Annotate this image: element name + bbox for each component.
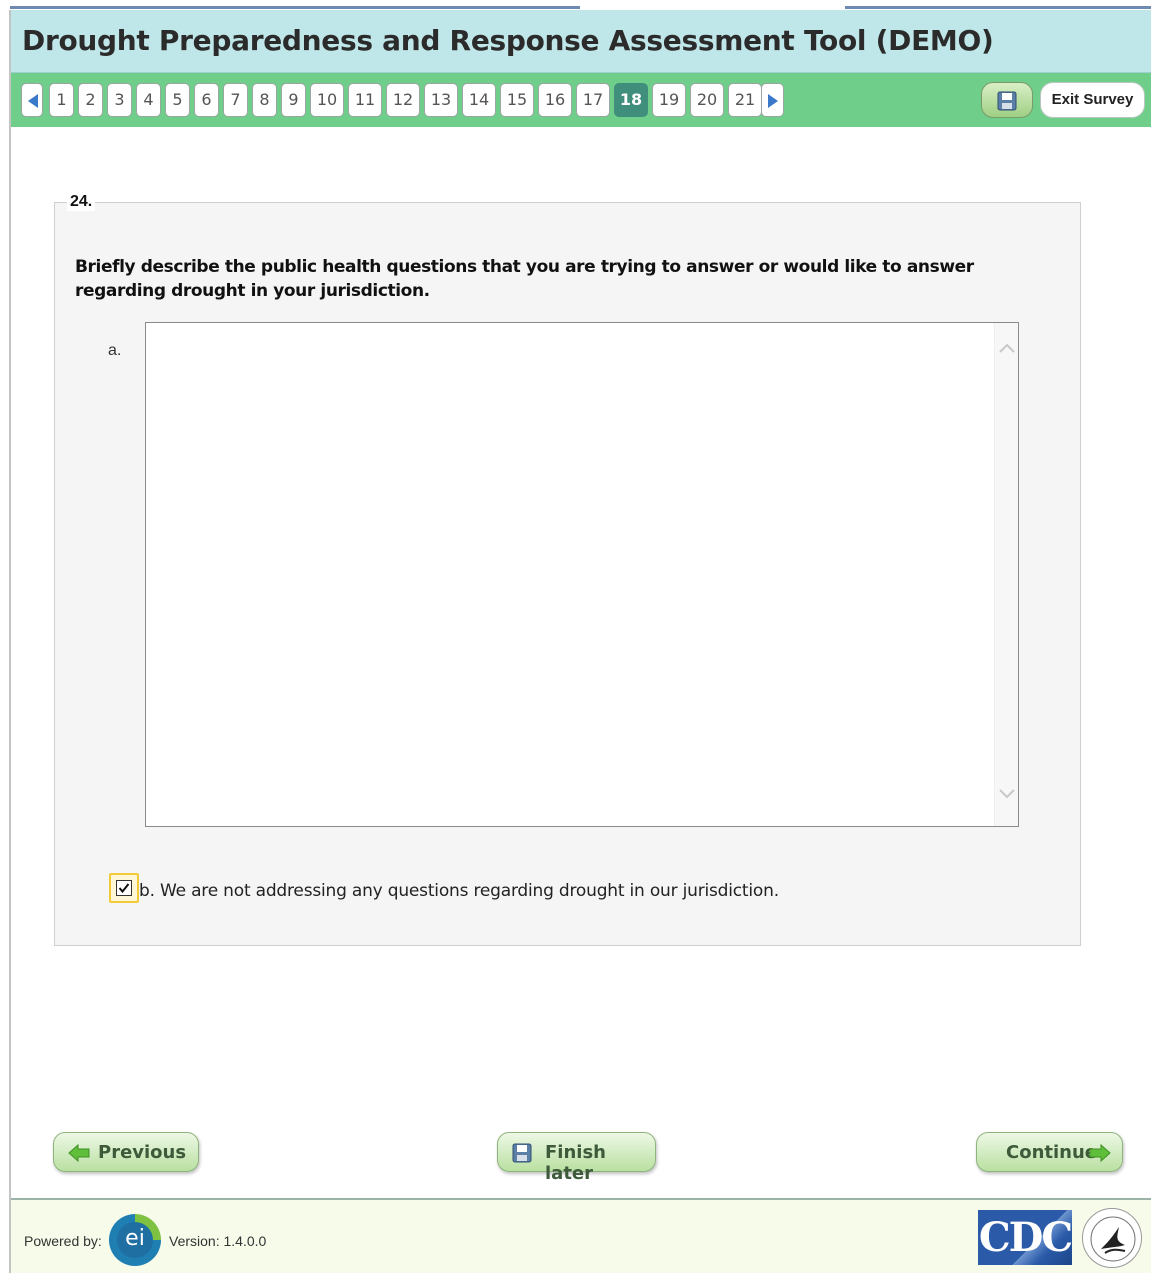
window-strip-segment — [845, 6, 1151, 9]
save-button[interactable] — [981, 82, 1033, 118]
window-top-strip — [0, 0, 1151, 10]
next-page-arrow-button[interactable] — [761, 83, 784, 117]
app-header: Drought Preparedness and Response Assess… — [11, 10, 1151, 73]
page-button-3[interactable]: 3 — [107, 83, 132, 117]
arrow-right-icon — [768, 94, 778, 108]
page-button-13[interactable]: 13 — [424, 83, 458, 117]
chevron-down-icon[interactable] — [999, 789, 1015, 799]
question-number: 24. — [67, 193, 96, 211]
hhs-seal-logo — [1082, 1208, 1142, 1268]
chevron-up-icon[interactable] — [999, 343, 1015, 353]
ei-logo-text: ei — [117, 1222, 153, 1258]
version-label: Version: 1.4.0.0 — [169, 1233, 267, 1249]
page-button-4[interactable]: 4 — [136, 83, 161, 117]
finish-later-button[interactable]: Finish later — [497, 1132, 656, 1184]
page-button-12[interactable]: 12 — [386, 83, 420, 117]
page-button-11[interactable]: 11 — [348, 83, 382, 117]
save-icon — [997, 91, 1017, 111]
page-button-2[interactable]: 2 — [78, 83, 103, 117]
green-arrow-right-icon — [1089, 1144, 1111, 1162]
page-button-15[interactable]: 15 — [500, 83, 534, 117]
app-title: Drought Preparedness and Response Assess… — [22, 24, 994, 57]
continue-button[interactable]: Continue — [976, 1132, 1123, 1172]
page-button-16[interactable]: 16 — [538, 83, 572, 117]
page-button-7[interactable]: 7 — [223, 83, 248, 117]
page-button-9[interactable]: 9 — [281, 83, 306, 117]
page-button-6[interactable]: 6 — [194, 83, 219, 117]
page-button-21[interactable]: 21 — [728, 83, 762, 117]
option-a-label: a. — [108, 342, 122, 359]
page-button-14[interactable]: 14 — [462, 83, 496, 117]
exit-survey-button[interactable]: Exit Survey — [1040, 82, 1145, 118]
option-b-checkbox[interactable] — [116, 880, 132, 896]
powered-by-label: Powered by: — [24, 1233, 102, 1249]
cdc-logo: CDC — [978, 1210, 1073, 1265]
eagle-seal-icon — [1090, 1216, 1136, 1262]
answer-textarea[interactable] — [145, 322, 1019, 827]
page-button-10[interactable]: 10 — [310, 83, 344, 117]
checkmark-icon — [118, 883, 130, 894]
continue-label: Continue — [1006, 1142, 1098, 1163]
page-button-17[interactable]: 17 — [576, 83, 610, 117]
page-button-8[interactable]: 8 — [252, 83, 277, 117]
page-button-1[interactable]: 1 — [49, 83, 74, 117]
prev-page-arrow-button[interactable] — [21, 83, 43, 117]
page-button-18[interactable]: 18 — [614, 83, 648, 117]
arrow-left-icon — [28, 94, 38, 108]
save-icon — [512, 1143, 532, 1163]
question-text: Briefly describe the public health quest… — [75, 257, 974, 301]
option-b-checkbox-focus — [109, 873, 139, 903]
previous-button[interactable]: Previous — [53, 1132, 199, 1172]
footer: Powered by: ei Version: 1.4.0.0 CDC — [11, 1198, 1151, 1273]
textarea-scrollbar[interactable] — [994, 323, 1018, 826]
green-arrow-left-icon — [68, 1144, 90, 1162]
finish-later-label: Finish later — [545, 1142, 606, 1184]
window-strip-segment — [10, 6, 580, 9]
page-navigation-bar: 1 2 3 4 5 6 7 8 9 10 11 12 13 14 15 16 17 18 19 20 21 Exit S… — [11, 73, 1151, 127]
page-button-19[interactable]: 19 — [652, 83, 686, 117]
question-24-panel: 24. Briefly describe the public health q… — [54, 193, 1081, 946]
option-b-label[interactable]: b. We are not addressing any questions r… — [139, 881, 779, 901]
page-button-20[interactable]: 20 — [690, 83, 724, 117]
previous-label: Previous — [98, 1142, 187, 1163]
page-button-5[interactable]: 5 — [165, 83, 190, 117]
ei-logo: ei — [109, 1214, 161, 1266]
